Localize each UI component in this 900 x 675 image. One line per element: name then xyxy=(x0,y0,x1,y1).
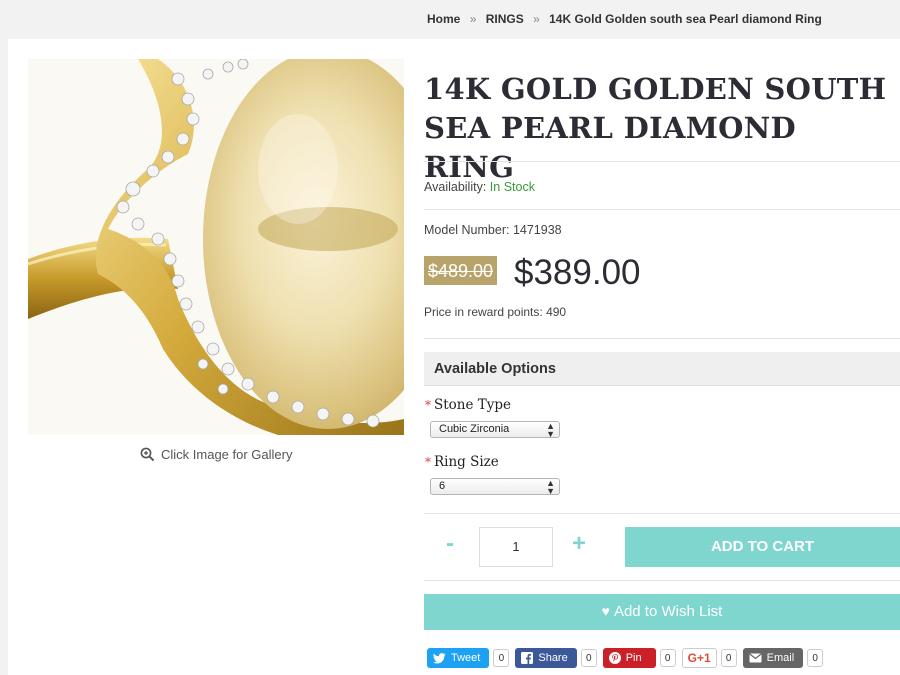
select-arrows-icon: ▲ ▼ xyxy=(546,421,555,439)
model-label: Model Number: xyxy=(424,223,510,237)
tweet-count: 0 xyxy=(493,649,510,667)
pin-button[interactable]: Pin xyxy=(602,648,656,668)
google-plus-button[interactable]: G+1 xyxy=(681,648,717,668)
stone-type-select[interactable]: Cubic Zirconia ▲ ▼ xyxy=(430,421,560,439)
product-title: 14K Gold Golden South Sea Pearl Diamond … xyxy=(424,72,887,184)
add-to-wishlist-button[interactable]: ♥ Add to Wish List xyxy=(424,594,900,630)
quantity-input[interactable]: 1 xyxy=(479,527,553,567)
facebook-share-button[interactable]: Share xyxy=(515,648,577,668)
tweet-button[interactable]: Tweet xyxy=(427,648,490,668)
product-image[interactable] xyxy=(28,59,404,435)
gallery-link[interactable]: Click Image for Gallery xyxy=(140,447,292,462)
divider xyxy=(424,161,900,162)
availability: Availability: In Stock xyxy=(424,180,535,194)
share-facebook[interactable]: Share 0 xyxy=(515,648,597,668)
email-count: 0 xyxy=(807,649,824,667)
pearl-ring-image xyxy=(28,59,404,435)
availability-label: Availability: xyxy=(424,180,487,194)
options-heading: Available Options xyxy=(424,352,900,386)
stone-type-text: Stone Type xyxy=(434,397,512,413)
stock-status: In Stock xyxy=(489,180,535,194)
share-google-plus[interactable]: G+1 0 xyxy=(681,648,737,668)
stone-type-value: Cubic Zirconia xyxy=(439,423,510,435)
breadcrumb: Home » RINGS » 14K Gold Golden south sea… xyxy=(427,12,822,26)
breadcrumb-home[interactable]: Home xyxy=(427,12,460,26)
required-mark: * xyxy=(425,455,431,469)
twitter-icon xyxy=(433,652,446,663)
model-value: 1471938 xyxy=(512,223,562,237)
old-price: $489.00 xyxy=(424,256,498,285)
facebook-icon xyxy=(521,652,534,664)
heart-icon: ♥ xyxy=(601,603,610,619)
zoom-icon xyxy=(140,447,155,462)
email-label: Email xyxy=(766,652,795,664)
model-number: Model Number: 1471938 xyxy=(424,223,562,237)
ring-size-label: * Ring Size xyxy=(425,454,499,470)
pin-count: 0 xyxy=(659,649,676,667)
divider xyxy=(424,580,900,581)
breadcrumb-rings[interactable]: RINGS xyxy=(486,12,524,26)
breadcrumb-separator: » xyxy=(469,12,477,26)
email-icon xyxy=(749,653,762,663)
reward-label: Price in reward points: xyxy=(424,305,543,319)
google-plus-count: 0 xyxy=(720,649,737,667)
share-bar: Tweet 0 Share 0 Pin 0 G+1 0 Email 0 xyxy=(427,648,829,668)
quantity-decrease-button[interactable]: - xyxy=(446,530,454,558)
gallery-label: Click Image for Gallery xyxy=(161,447,293,462)
wishlist-label: Add to Wish List xyxy=(613,603,723,620)
pin-label: Pin xyxy=(625,652,642,664)
reward-value: 490 xyxy=(546,305,567,319)
ring-size-select[interactable]: 6 ▲ ▼ xyxy=(430,478,560,496)
ring-size-text: Ring Size xyxy=(434,454,499,470)
stone-type-label: * Stone Type xyxy=(425,397,511,413)
breadcrumb-current[interactable]: 14K Gold Golden south sea Pearl diamond … xyxy=(549,12,822,26)
add-to-cart-button[interactable]: ADD TO CART xyxy=(625,527,900,567)
required-mark: * xyxy=(425,398,431,412)
quantity-increase-button[interactable]: + xyxy=(572,530,586,558)
facebook-label: Share xyxy=(538,652,568,664)
reward-points: Price in reward points: 490 xyxy=(424,305,566,319)
divider xyxy=(424,338,900,339)
pinterest-icon xyxy=(608,652,621,664)
share-email[interactable]: Email 0 xyxy=(742,648,824,668)
breadcrumb-separator: » xyxy=(533,12,540,26)
facebook-count: 0 xyxy=(580,649,597,667)
google-plus-icon: G+1 xyxy=(687,651,711,665)
new-price: $389.00 xyxy=(514,253,641,292)
select-arrows-icon: ▲ ▼ xyxy=(546,478,555,496)
divider xyxy=(424,513,900,514)
email-button[interactable]: Email xyxy=(742,648,804,668)
ring-size-value: 6 xyxy=(439,480,446,492)
divider xyxy=(424,209,900,210)
share-pinterest[interactable]: Pin 0 xyxy=(602,648,676,668)
tweet-label: Tweet xyxy=(451,652,481,664)
share-tweet[interactable]: Tweet 0 xyxy=(427,648,510,668)
